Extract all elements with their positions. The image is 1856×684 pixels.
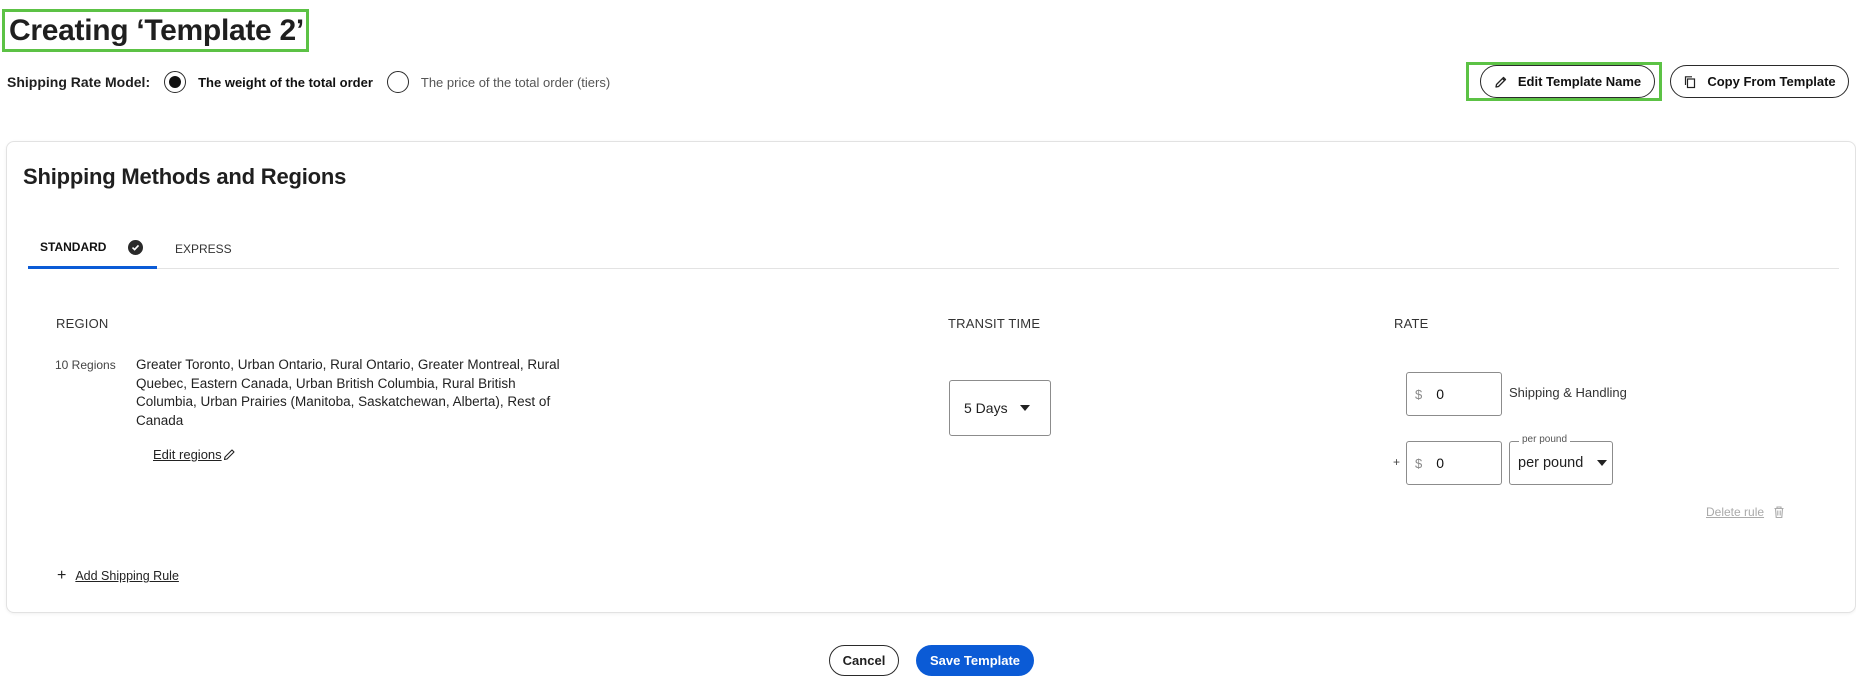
shipping-methods-card: Shipping Methods and Regions STANDARD EX… (6, 141, 1856, 613)
section-title: Shipping Methods and Regions (23, 164, 347, 189)
copy-from-template-button[interactable]: Copy From Template (1670, 65, 1849, 98)
add-shipping-rule-button[interactable]: + Add Shipping Rule (57, 567, 179, 585)
cancel-button[interactable]: Cancel (829, 645, 899, 676)
edit-regions-label: Edit regions (153, 447, 222, 462)
tab-express[interactable]: EXPRESS (175, 228, 232, 269)
plus-icon: + (57, 567, 67, 584)
transit-column-header: TRANSIT TIME (948, 316, 1041, 331)
page-title-highlight: Creating ‘Template 2’ (2, 9, 309, 52)
radio-selected-icon[interactable] (164, 71, 187, 93)
shipping-handling-value: 0 (1436, 386, 1445, 402)
edit-template-name-button[interactable]: Edit Template Name (1480, 65, 1655, 98)
tab-standard-label: STANDARD (40, 240, 107, 254)
tab-express-label: EXPRESS (175, 241, 232, 256)
transit-time-select[interactable]: 5 Days (949, 380, 1051, 436)
region-count: 10 Regions (55, 358, 116, 372)
trash-icon (1772, 505, 1786, 519)
dollar-sign: $ (1415, 455, 1423, 471)
shipping-handling-label: Shipping & Handling (1509, 385, 1627, 400)
caret-down-icon (1019, 405, 1030, 411)
copy-icon (1683, 75, 1697, 89)
add-shipping-rule-label: Add Shipping Rule (75, 569, 179, 583)
delete-rule-button[interactable]: Delete rule (1706, 505, 1786, 519)
rate-unit-value: per pound (1518, 455, 1584, 471)
rate-model-weight-label: The weight of the total order (198, 74, 373, 90)
pencil-icon (1494, 75, 1508, 89)
plus-sign: + (1393, 455, 1401, 469)
rate-model-label: Shipping Rate Model: (7, 74, 151, 90)
edit-template-name-label: Edit Template Name (1517, 74, 1642, 89)
rate-model-price-option[interactable]: The price of the total order (tiers) (386, 71, 611, 93)
rate-unit-select[interactable]: per pound (1509, 441, 1613, 485)
shipping-rate-model: Shipping Rate Model: The weight of the t… (7, 70, 624, 94)
rate-model-price-label: The price of the total order (tiers) (420, 74, 611, 90)
region-column-header: REGION (56, 316, 109, 331)
shipping-handling-input[interactable]: $ 0 (1406, 372, 1502, 416)
rate-column-header: RATE (1394, 316, 1429, 331)
edit-regions-link[interactable]: Edit regions (153, 447, 236, 462)
copy-from-template-label: Copy From Template (1707, 74, 1836, 89)
radio-unselected-icon[interactable] (386, 71, 409, 93)
transit-time-value: 5 Days (964, 400, 1008, 416)
dollar-sign: $ (1415, 386, 1423, 402)
region-list: Greater Toronto, Urban Ontario, Rural On… (136, 357, 560, 428)
check-circle-icon (128, 239, 144, 255)
tab-standard[interactable]: STANDARD (28, 228, 157, 269)
rate-unit-floating-label: per pound (1519, 434, 1571, 445)
per-unit-rate-input[interactable]: $ 0 (1406, 441, 1502, 485)
method-tabs: STANDARD EXPRESS (28, 228, 1839, 269)
page-title: Creating ‘Template 2’ (9, 13, 304, 47)
pencil-icon (223, 448, 236, 461)
delete-rule-label: Delete rule (1706, 505, 1765, 519)
save-template-button[interactable]: Save Template (916, 645, 1034, 676)
rate-model-weight-option[interactable]: The weight of the total order (164, 71, 373, 93)
caret-down-icon (1597, 460, 1608, 466)
per-unit-rate-value: 0 (1436, 455, 1445, 471)
